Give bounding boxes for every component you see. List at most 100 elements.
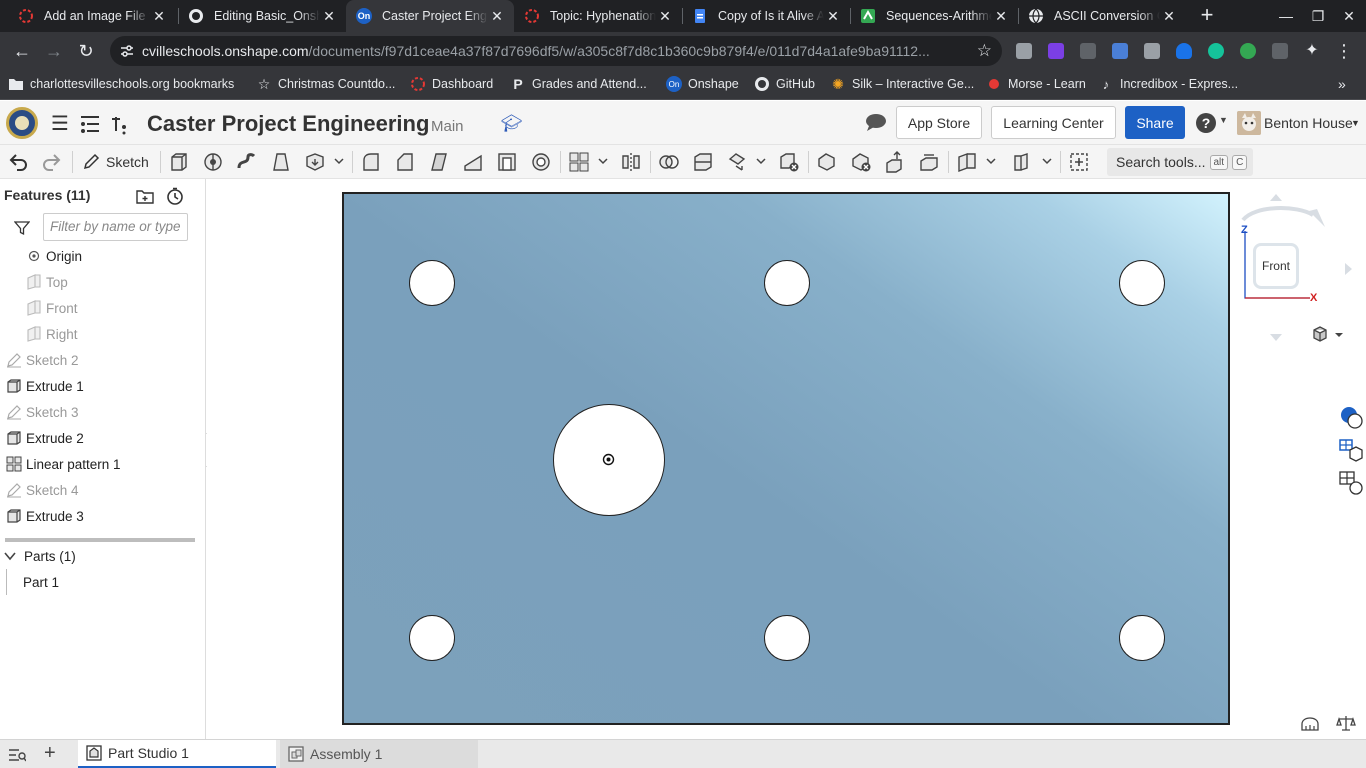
restore-icon[interactable]: ❐ (1308, 6, 1328, 26)
bolt-hole[interactable] (409, 260, 455, 306)
view-cube-front-face[interactable]: Front (1253, 243, 1299, 289)
branch-label[interactable]: Main (431, 118, 464, 135)
mirror-icon[interactable] (620, 151, 642, 173)
bolt-hole[interactable] (1119, 260, 1165, 306)
parts-section-header[interactable]: Parts (1) (0, 543, 200, 569)
learning-center-button[interactable]: Learning Center (991, 106, 1116, 139)
chevron-down-icon[interactable] (4, 550, 16, 562)
feature-list-icon[interactable] (79, 113, 101, 135)
feature-item-sketch-3[interactable]: Sketch 3 (0, 399, 200, 425)
comment-icon[interactable] (865, 113, 887, 131)
browser-tab[interactable]: Add an Image File t ✕ (8, 0, 176, 32)
grammarly-icon[interactable] (1208, 43, 1224, 59)
add-tab-plus-icon[interactable]: + (44, 742, 56, 764)
fillet-icon[interactable] (360, 151, 382, 173)
feature-item-front[interactable]: Front (0, 295, 200, 321)
chevron-down-icon[interactable] (986, 156, 996, 166)
bookmarks-overflow-icon[interactable]: » (1338, 70, 1346, 98)
feature-item-right[interactable]: Right (0, 321, 200, 347)
document-title[interactable]: Caster Project Engineering (147, 111, 429, 137)
shell-icon[interactable] (496, 151, 518, 173)
variable-table-icon[interactable] (1338, 470, 1364, 496)
close-icon[interactable]: ✕ (1160, 8, 1178, 25)
replace-face-icon[interactable] (918, 151, 940, 173)
view-cube[interactable]: Front Z X (1225, 193, 1355, 353)
bolt-hole[interactable] (1119, 615, 1165, 661)
hole-icon[interactable] (530, 151, 552, 173)
close-icon[interactable]: ✕ (824, 8, 842, 25)
chevron-down-icon[interactable]: ▼ (1351, 118, 1360, 128)
tab-manager-icon[interactable] (8, 747, 26, 763)
chevron-down-icon[interactable]: ▼ (1219, 115, 1228, 125)
feature-item-origin[interactable]: Origin (0, 243, 200, 269)
redo-icon[interactable] (41, 151, 63, 173)
help-icon[interactable]: ? (1196, 113, 1216, 133)
chevron-down-icon[interactable] (1042, 156, 1052, 166)
back-arrow-icon[interactable]: ← (12, 41, 32, 61)
revolve-icon[interactable] (202, 151, 224, 173)
browser-tab[interactable]: Editing Basic_Onsh ✕ (178, 0, 346, 32)
puzzle-icon[interactable]: ✦ (1302, 41, 1322, 61)
new-folder-icon[interactable] (136, 188, 154, 204)
sketch-button[interactable]: Sketch (76, 149, 155, 175)
bookmark-item[interactable]: Dashboard (410, 70, 493, 98)
extension-icon[interactable] (1272, 43, 1288, 59)
sheet-metal-icon[interactable] (1012, 151, 1034, 173)
app-store-button[interactable]: App Store (896, 106, 982, 139)
extrude-icon[interactable] (168, 151, 190, 173)
transform-icon[interactable] (726, 151, 748, 173)
browser-tab[interactable]: Copy of Is it Alive A ✕ (682, 0, 850, 32)
split-icon[interactable] (692, 151, 714, 173)
thicken-icon[interactable] (304, 151, 326, 173)
modify-fillet-icon[interactable] (816, 151, 838, 173)
address-bar[interactable]: cvilleschools.onshape.com/documents/f97d… (110, 36, 1002, 66)
bookmark-star-icon[interactable]: ☆ (977, 36, 992, 66)
delete-part-icon[interactable] (778, 151, 800, 173)
browser-tab[interactable]: Sequences-Arithme ✕ (850, 0, 1018, 32)
rollback-bar[interactable] (5, 538, 195, 542)
tab-assembly-1[interactable]: Assembly 1 (280, 740, 478, 768)
loft-icon[interactable] (270, 151, 292, 173)
feature-item-extrude-2[interactable]: Extrude 2 (0, 425, 200, 451)
chevron-down-icon[interactable] (334, 156, 344, 166)
hamburger-menu-icon[interactable]: ☰ (49, 113, 71, 135)
add-custom-feature-icon[interactable] (1068, 151, 1090, 173)
bookmark-item[interactable]: P Grades and Attend... (510, 70, 646, 98)
extension-icon[interactable] (1240, 43, 1256, 59)
extension-icon[interactable] (1144, 43, 1160, 59)
linear-pattern-icon[interactable] (568, 151, 590, 173)
user-name[interactable]: Benton House (1264, 115, 1353, 131)
extension-icon[interactable] (1080, 43, 1096, 59)
extension-icon[interactable] (1048, 43, 1064, 59)
bookmark-item[interactable]: Morse - Learn (986, 70, 1086, 98)
chevron-down-icon[interactable] (598, 156, 608, 166)
bolt-hole[interactable] (764, 260, 810, 306)
view-options-cube-icon[interactable] (1311, 326, 1345, 344)
measure-tool-icon[interactable] (1300, 716, 1320, 732)
bookmark-item[interactable]: ✺ Silk – Interactive Ge... (830, 70, 974, 98)
tab-part-studio-1[interactable]: Part Studio 1 (78, 740, 276, 768)
part-1-front-view[interactable] (342, 192, 1230, 725)
part-list-item[interactable]: Part 1 (0, 569, 200, 595)
close-icon[interactable]: ✕ (320, 8, 338, 25)
boolean-icon[interactable] (658, 151, 680, 173)
close-icon[interactable]: ✕ (992, 8, 1010, 25)
education-cap-icon[interactable]: 🎓︎ (501, 114, 523, 134)
reload-icon[interactable]: ↻ (76, 41, 96, 61)
school-logo-icon[interactable] (6, 107, 38, 139)
browser-tab[interactable]: Topic: Hyphenation ✕ (514, 0, 682, 32)
delete-face-icon[interactable] (850, 151, 872, 173)
user-avatar[interactable] (1237, 111, 1261, 135)
new-tab-plus-icon[interactable]: + (1195, 4, 1219, 28)
extension-icon[interactable] (1112, 43, 1128, 59)
chevron-down-icon[interactable] (756, 156, 766, 166)
browser-tab-active[interactable]: On Caster Project Engi ✕ (346, 0, 514, 32)
plane-icon[interactable] (956, 151, 978, 173)
configurations-panel-icon[interactable] (1338, 438, 1364, 464)
bookmark-item[interactable]: GitHub (754, 70, 815, 98)
chamfer-icon[interactable] (394, 151, 416, 173)
feature-item-sketch-2[interactable]: Sketch 2 (0, 347, 200, 373)
filter-funnel-icon[interactable] (14, 220, 30, 236)
forward-arrow-icon[interactable]: → (44, 41, 64, 61)
shield-icon[interactable] (1176, 43, 1192, 59)
